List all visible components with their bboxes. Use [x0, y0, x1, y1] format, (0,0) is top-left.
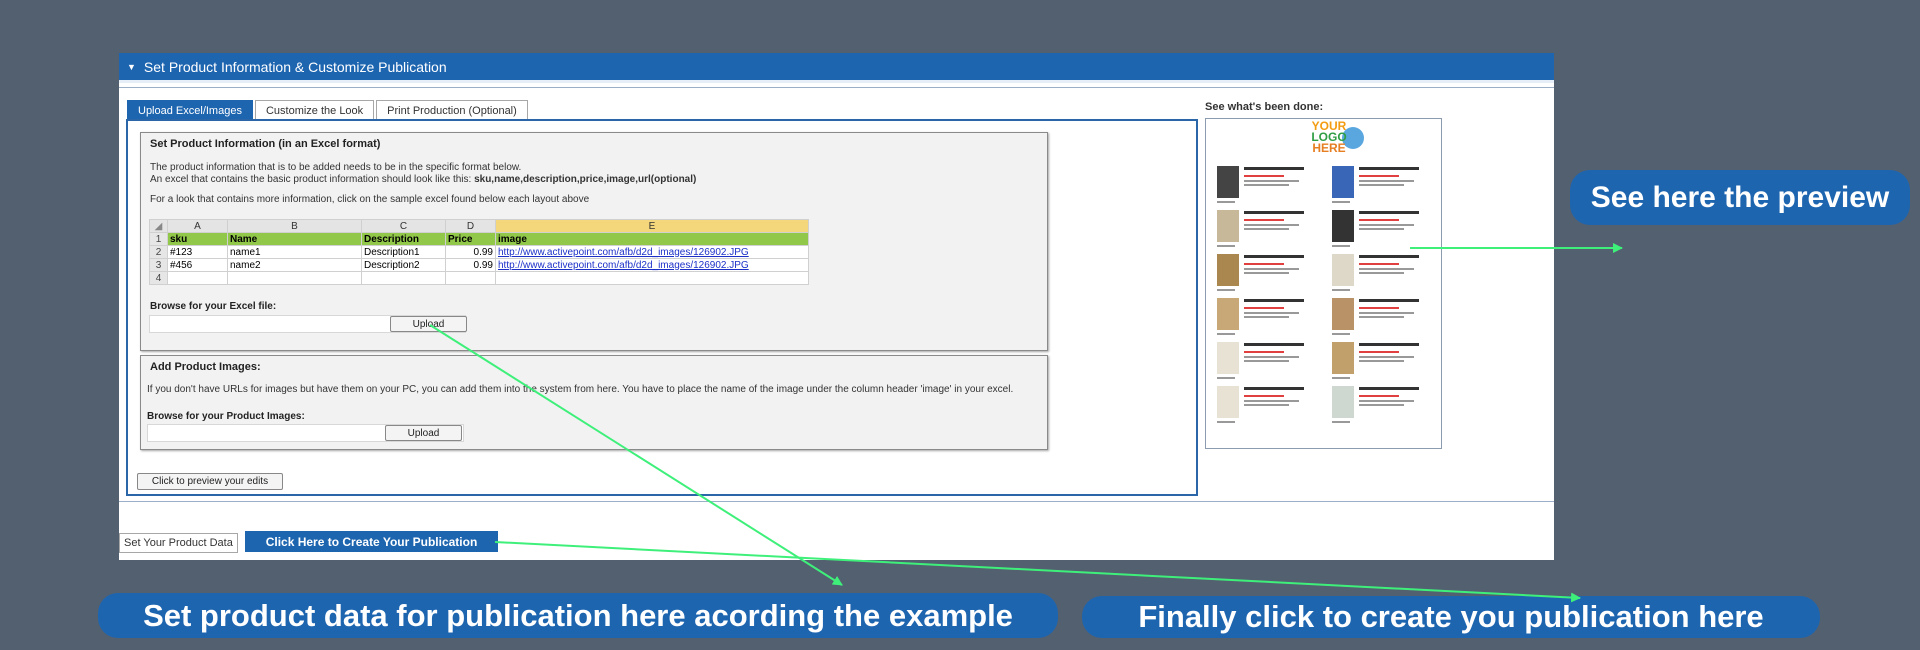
arrow-to-upload: [429, 324, 843, 586]
arrow-to-create: [494, 541, 1581, 603]
annotation-arrows: [429, 243, 1623, 603]
